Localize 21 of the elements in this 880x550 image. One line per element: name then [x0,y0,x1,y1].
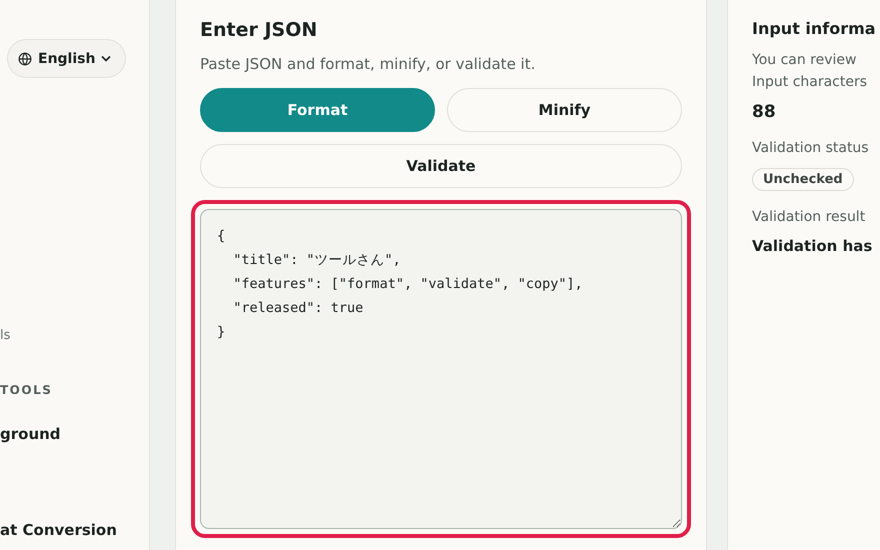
sidebar-link[interactable]: ls [0,328,149,343]
globe-icon [18,52,32,66]
validate-button[interactable]: Validate [200,144,682,188]
field-label: Validation result [752,209,866,225]
field-label: Input characters [752,74,868,90]
format-button[interactable]: Format [200,88,435,132]
card-description: You can review [752,52,858,68]
json-input-field[interactable]: { "title": "ツールさん", "features": ["format", "validate", "copy"], "released": true } [200,209,682,529]
card-title: Input informa [752,19,877,38]
sidebar-section-heading: TOOLS [0,383,54,397]
minify-button[interactable]: Minify [447,88,682,132]
chevron-down-icon [101,55,112,62]
status-badge: Unchecked [752,168,854,191]
field-value: 88 [752,102,777,122]
card-description: Paste JSON and format, minify, or validate it. [200,55,536,73]
card-title: Enter JSON [200,19,318,41]
language-selector[interactable]: English [7,39,126,78]
sidebar-link[interactable]: at Conversion [0,521,149,539]
field-label: Validation status [752,140,870,156]
field-value: Validation has [752,237,874,255]
sidebar-link[interactable]: ground [0,425,149,443]
